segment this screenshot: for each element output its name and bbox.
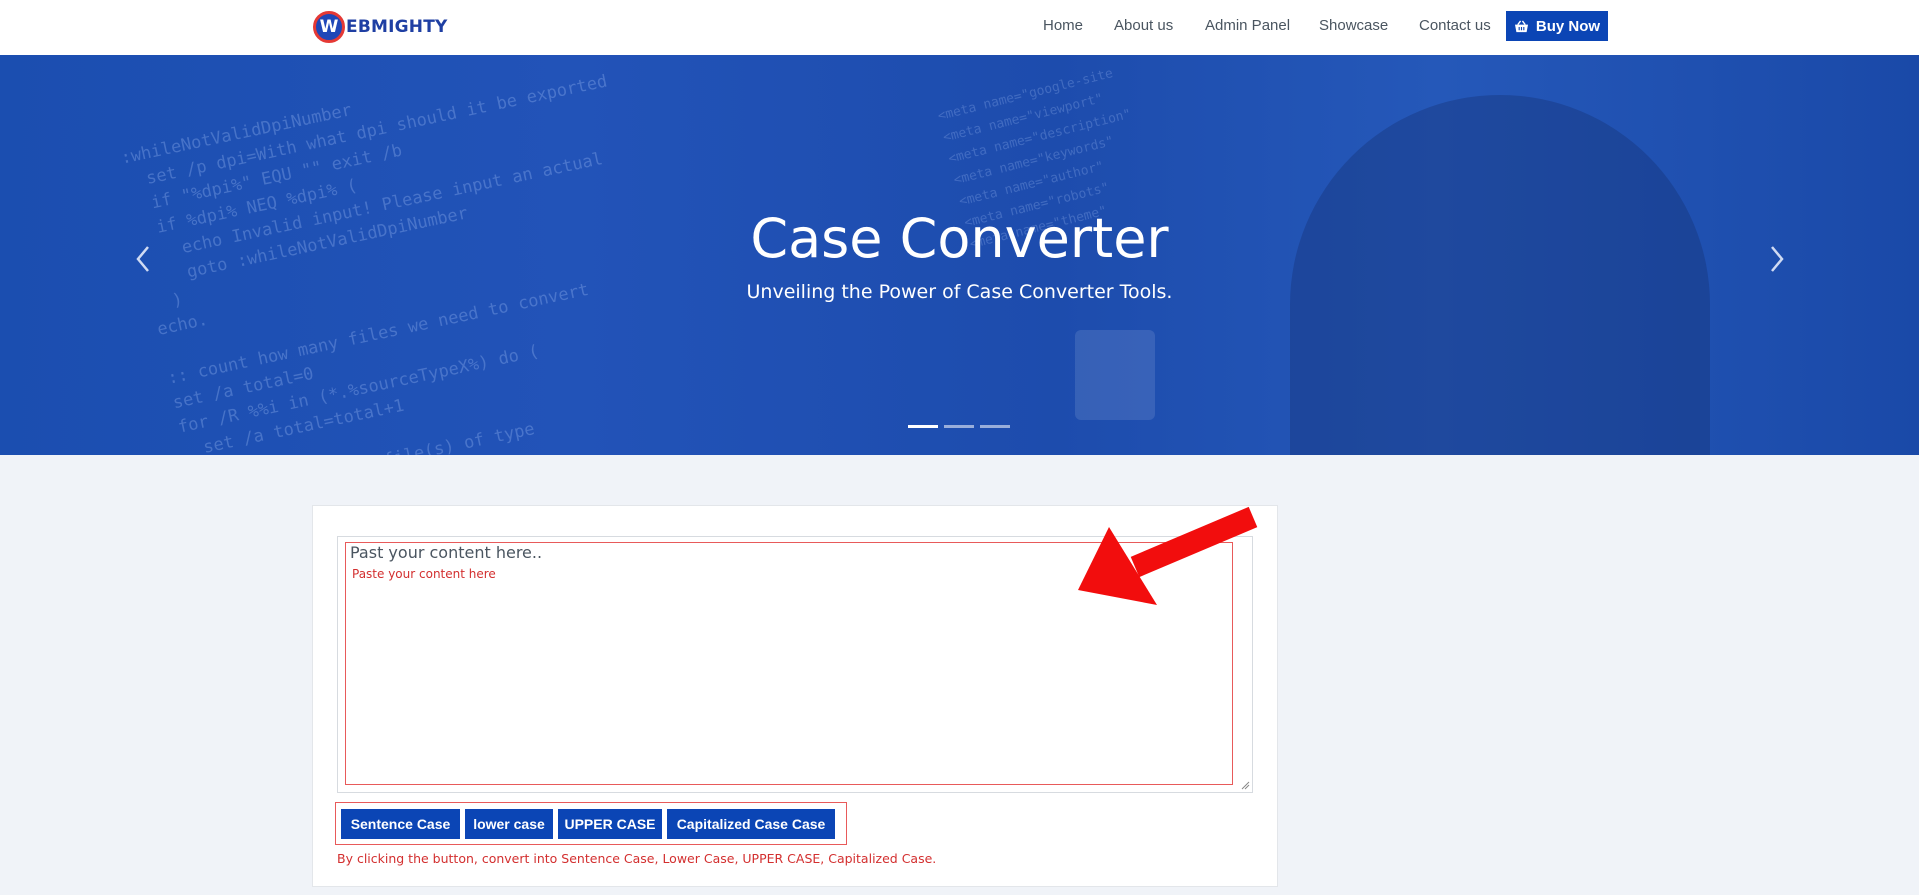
nav-contact-us[interactable]: Contact us <box>1419 17 1491 34</box>
nav-showcase[interactable]: Showcase <box>1319 17 1388 34</box>
conversion-note: By clicking the button, convert into Sen… <box>337 851 937 866</box>
lower-case-button[interactable]: lower case <box>465 809 553 839</box>
hero-carousel: :whileNotValidDpiNumber set /p dpi=With … <box>0 55 1919 455</box>
nav-home[interactable]: Home <box>1043 17 1083 34</box>
buy-now-label: Buy Now <box>1535 17 1601 35</box>
hero-subtitle: Unveiling the Power of Case Converter To… <box>746 281 1173 303</box>
sentence-case-button[interactable]: Sentence Case <box>341 809 460 839</box>
carousel-next-button[interactable] <box>1762 239 1792 279</box>
carousel-indicator-2[interactable] <box>944 425 974 428</box>
nav-admin-panel[interactable]: Admin Panel <box>1205 17 1290 34</box>
main-nav: Home About us Admin Panel Showcase Conta… <box>0 0 1919 52</box>
hero-mug <box>1075 330 1155 420</box>
hero-title: Case Converter <box>750 207 1169 270</box>
basket-icon <box>1514 20 1528 32</box>
chevron-left-icon <box>136 246 149 272</box>
chevron-right-icon <box>1771 246 1784 272</box>
hero-person-silhouette <box>1290 95 1710 455</box>
annotation-arrow-icon <box>1078 506 1258 605</box>
carousel-prev-button[interactable] <box>128 239 158 279</box>
navbar: W EBMIGHTY Home About us Admin Panel Sho… <box>0 0 1919 55</box>
textarea-hint: Paste your content here <box>352 567 496 581</box>
resize-grip-icon[interactable] <box>1241 781 1250 790</box>
upper-case-button[interactable]: UPPER CASE <box>558 809 662 839</box>
nav-about-us[interactable]: About us <box>1114 17 1173 34</box>
capitalized-case-button[interactable]: Capitalized Case Case <box>667 809 835 839</box>
case-buttons-group: Sentence Case lower case UPPER CASE Capi… <box>335 802 847 845</box>
buy-now-button[interactable]: Buy Now <box>1506 11 1608 41</box>
carousel-indicator-1[interactable] <box>908 425 938 428</box>
carousel-indicator-3[interactable] <box>980 425 1010 428</box>
carousel-indicators <box>908 425 1010 428</box>
